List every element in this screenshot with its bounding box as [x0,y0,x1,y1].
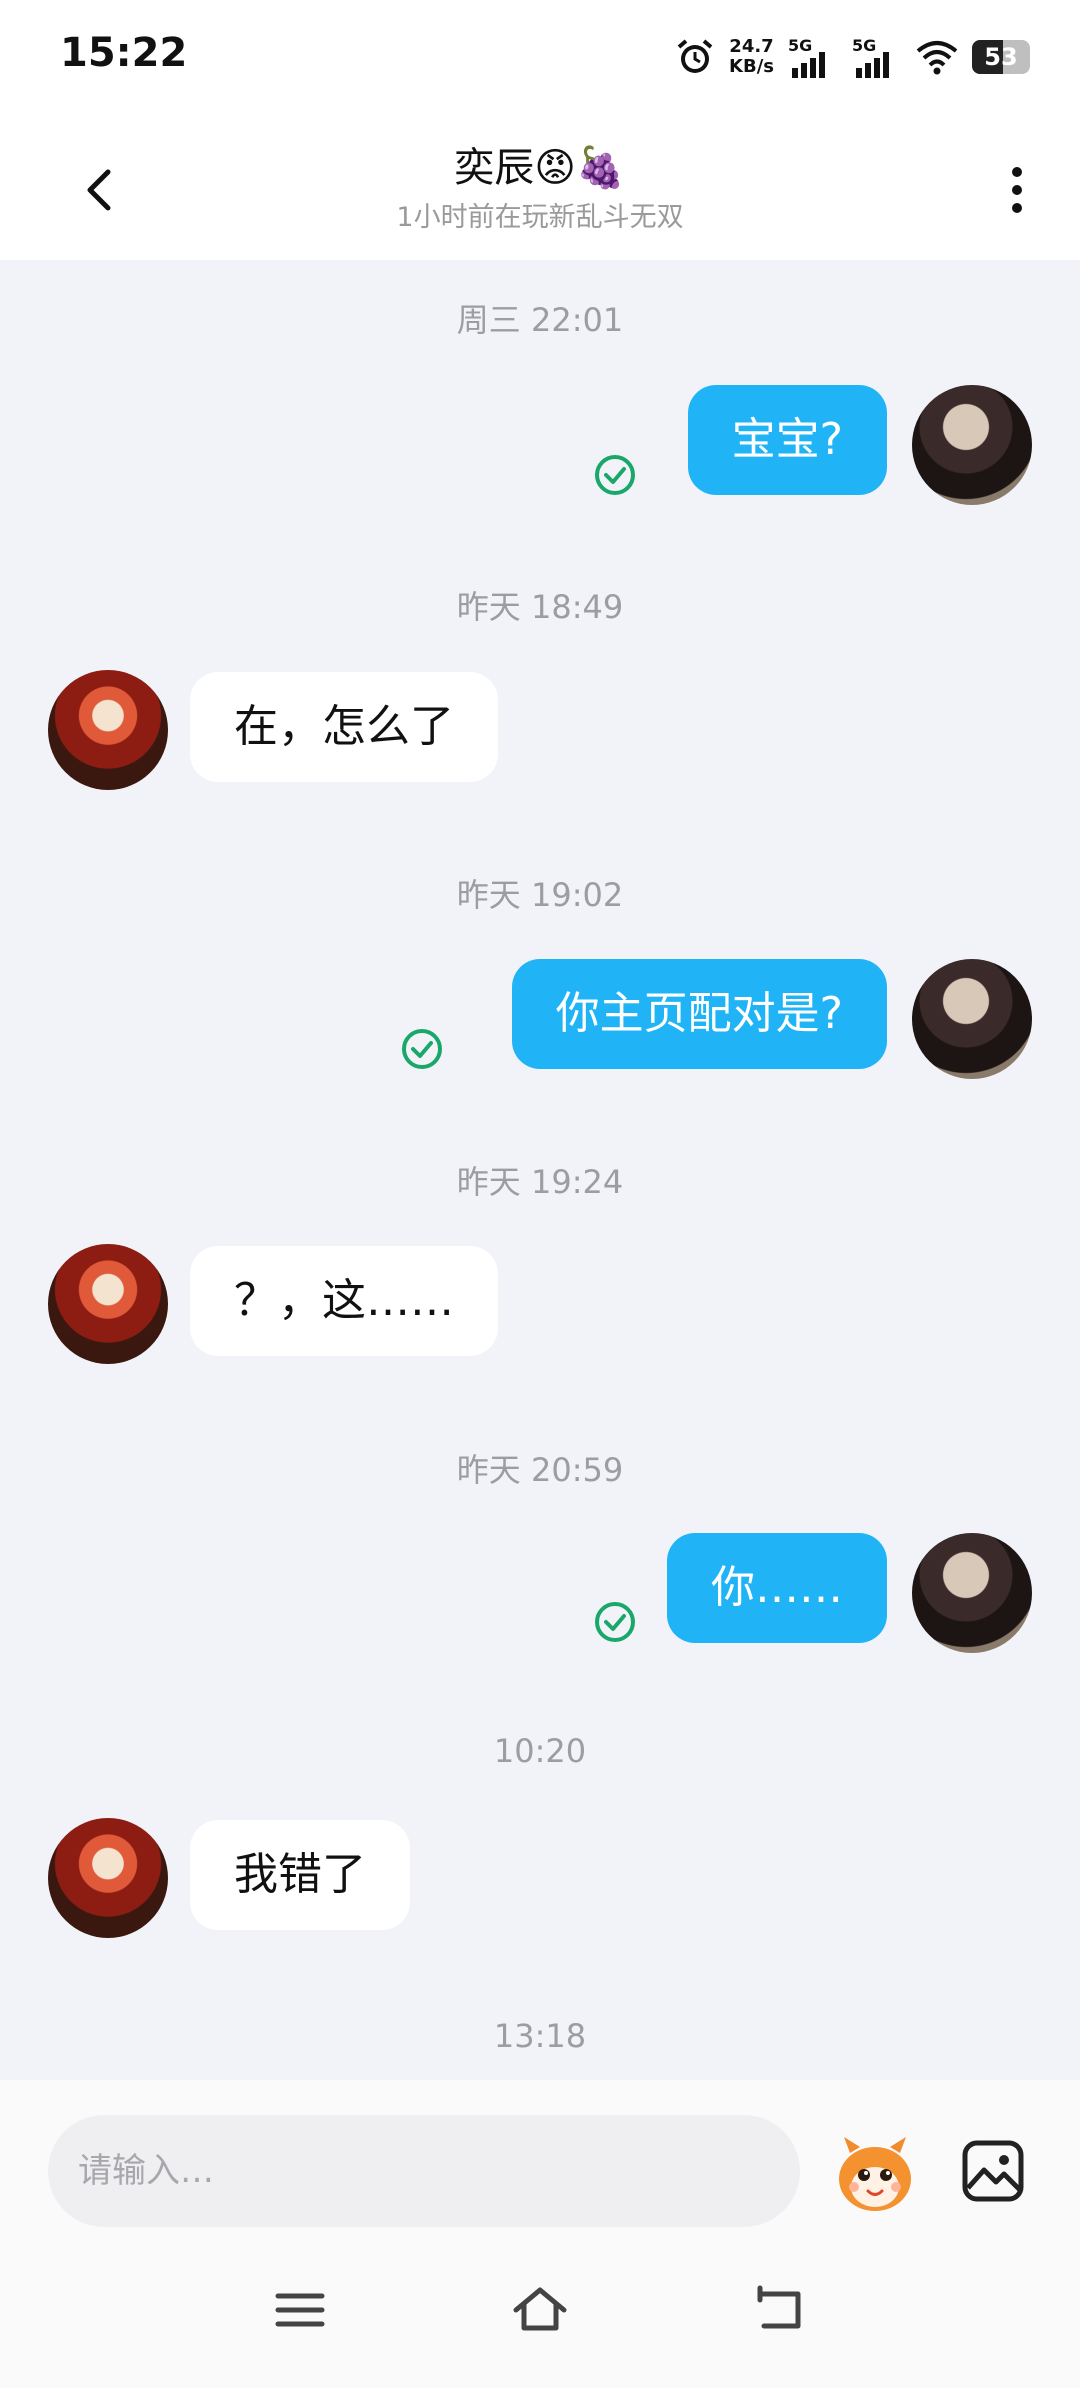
home-icon[interactable] [510,2280,570,2340]
incoming-message-bubble[interactable]: 在，怎么了 [190,672,498,782]
net-speed-unit: KB/s [729,56,774,77]
status-time: 15:22 [60,30,188,76]
outgoing-message-bubble[interactable]: 宝宝? [687,385,887,495]
system-nav-bar [0,2230,1080,2388]
outgoing-message-bubble[interactable]: 你…… [667,1533,887,1643]
wifi-icon [916,41,958,75]
back-nav-icon[interactable] [750,2280,810,2340]
message-timestamp: 10:20 [493,1732,587,1770]
message-timestamp: 昨天 18:49 [456,588,624,626]
my-avatar[interactable] [912,959,1032,1079]
read-check-icon [595,1602,635,1642]
menu-icon[interactable] [270,2280,330,2340]
signal-sim2-icon: 5G [852,36,902,78]
status-bar: 15:22 24.7 KB/s 5G 5G 53 [0,0,1080,115]
my-avatar[interactable] [912,385,1032,505]
message-timestamp: 昨天 19:02 [456,876,624,914]
battery-percent: 53 [984,43,1018,71]
my-avatar[interactable] [912,1533,1032,1653]
more-vertical-icon[interactable] [1002,160,1032,220]
read-check-icon [402,1029,442,1069]
message-timestamp: 昨天 20:59 [456,1451,624,1489]
incoming-message-bubble[interactable]: 我错了 [190,1820,410,1930]
net-speed-value: 24.7 [729,36,774,57]
incoming-message-bubble[interactable]: ？，这…… [190,1246,498,1356]
battery-indicator: 53 [972,40,1030,74]
contact-status: 1小时前在玩新乱斗无双 [396,202,684,233]
contact-avatar[interactable] [48,1244,168,1364]
chat-header: 奕辰😡🍇 1小时前在玩新乱斗无双 [0,115,1080,260]
message-input[interactable]: 请输入… [48,2115,800,2227]
message-timestamp: 13:18 [493,2017,587,2055]
image-gallery-icon[interactable] [960,2138,1026,2204]
status-icons: 24.7 KB/s 5G 5G 53 [675,32,1030,82]
outgoing-message-bubble[interactable]: 你主页配对是? [511,959,887,1069]
contact-avatar[interactable] [48,1818,168,1938]
mascot-sticker-icon[interactable] [830,2135,920,2215]
signal-sim1-icon: 5G [788,36,838,78]
contact-avatar[interactable] [48,670,168,790]
message-timestamp: 周三 22:01 [456,301,624,339]
composer-bar: 请输入… [0,2080,1080,2230]
net-speed: 24.7 KB/s [729,37,774,77]
read-check-icon [595,455,635,495]
alarm-icon [677,39,713,73]
contact-name[interactable]: 奕辰😡🍇 [0,135,1080,193]
message-timestamp: 昨天 19:24 [456,1163,624,1201]
message-list[interactable]: 周三 22:01 宝宝? 昨天 18:49 在，怎么了 昨天 19:02 你主页… [0,260,1080,2080]
